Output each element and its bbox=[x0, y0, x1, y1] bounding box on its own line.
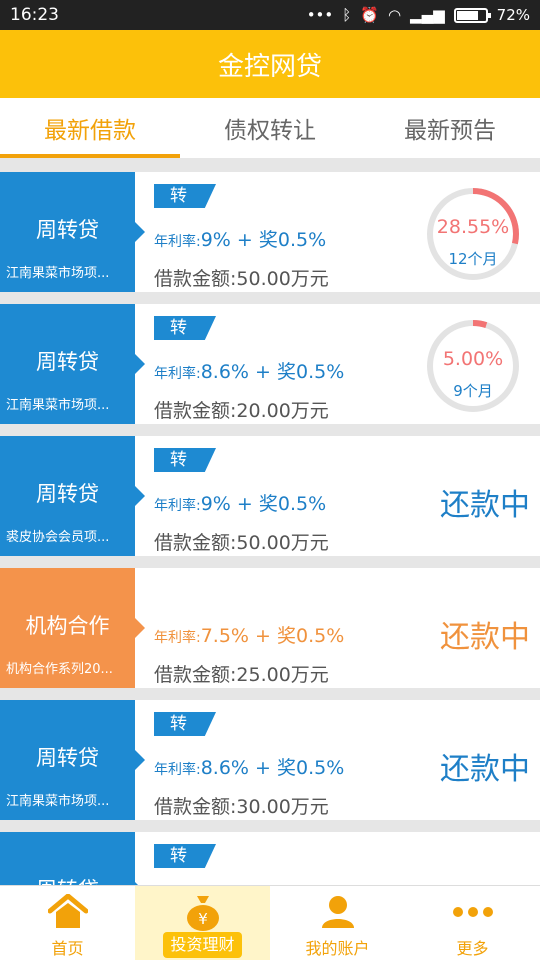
svg-text:¥: ¥ bbox=[198, 910, 208, 928]
transfer-tag: 转 bbox=[154, 448, 216, 472]
transfer-tag: 转 bbox=[154, 844, 216, 868]
signal-icon: ▂▄▆ bbox=[410, 6, 445, 24]
tab-latest-preview[interactable]: 最新预告 bbox=[360, 98, 540, 158]
loan-list: 周转贷 江南果菜市场项... 转 年利率:9% + 奖0.5% 借款金额:50.… bbox=[0, 172, 540, 885]
loan-name: 周转贷 bbox=[36, 350, 99, 374]
loan-type-panel: 周转贷 江南果菜市场项... bbox=[0, 172, 145, 292]
rate-label: 年利率: bbox=[154, 762, 201, 778]
home-icon bbox=[47, 894, 88, 928]
nav-invest[interactable]: ¥ 投资理财 bbox=[135, 886, 270, 960]
tab-latest-loans[interactable]: 最新借款 bbox=[0, 98, 180, 158]
loan-name: 周转贷 bbox=[36, 218, 99, 242]
loan-rate: 年利率:9% + 奖0.5% bbox=[154, 225, 326, 252]
loan-status: 还款中 bbox=[440, 488, 530, 523]
progress-percent: 28.55% bbox=[436, 216, 510, 238]
loan-type-panel: 周转贷 江南果菜市场项... bbox=[0, 700, 145, 820]
loan-card[interactable]: 机构合作 机构合作系列20... 年利率:7.5% + 奖0.5% 借款金额:2… bbox=[0, 568, 540, 688]
loan-status: 还款中 bbox=[440, 876, 530, 885]
rate-value: 9% + 奖0.5% bbox=[200, 493, 327, 515]
amount-value: 25.00万元 bbox=[236, 664, 329, 686]
loan-card[interactable]: 周转贷 江南果菜市场项... 转 年利率:9% + 奖0.5% 借款金额:50.… bbox=[0, 172, 540, 292]
amount-label: 借款金额: bbox=[154, 268, 237, 290]
loan-status: 还款中 bbox=[440, 620, 530, 655]
page-title: 金控网贷 bbox=[217, 51, 322, 82]
loan-status: 还款中 bbox=[440, 752, 530, 787]
wifi-icon: ◠ bbox=[387, 6, 402, 24]
rate-label: 年利率: bbox=[154, 234, 201, 250]
rate-value: 7.5% + 奖0.5% bbox=[200, 625, 345, 647]
loan-rate: 年利率:8.6% + 奖0.5% bbox=[154, 753, 344, 780]
rate-value: 8.6% + 奖0.5% bbox=[200, 361, 345, 383]
progress-ring: 28.55% 12个月 bbox=[425, 186, 521, 282]
loan-project: 江南果菜市场项... bbox=[6, 398, 110, 413]
loan-card[interactable]: 周转贷 裘皮协会会员项... 转 年利率:9% + 奖0.5% 借款金额:50.… bbox=[0, 436, 540, 556]
transfer-tag: 转 bbox=[154, 712, 216, 736]
loan-project: 江南果菜市场项... bbox=[6, 794, 110, 809]
amount-label: 借款金额: bbox=[154, 532, 237, 554]
user-icon bbox=[321, 896, 354, 928]
loan-card[interactable]: 周转贷 江南果菜市场项... 转 年利率:8.6% + 奖0.5% 借款金额:2… bbox=[0, 304, 540, 424]
progress-ring: 5.00% 9个月 bbox=[425, 318, 521, 414]
battery-level: 72% bbox=[496, 6, 530, 24]
loan-rate: 年利率:9% + 奖0.5% bbox=[154, 489, 326, 516]
amount-label: 借款金额: bbox=[154, 796, 237, 818]
amount-value: 20.00万元 bbox=[236, 400, 329, 422]
loan-type-panel: 周转贷 裘皮协会会员项... bbox=[0, 436, 145, 556]
nav-home[interactable]: 首页 bbox=[0, 886, 135, 960]
loan-amount: 借款金额:50.00万元 bbox=[154, 264, 329, 291]
amount-label: 借款金额: bbox=[154, 664, 237, 686]
bottom-nav: 首页 ¥ 投资理财 我的账户 更多 bbox=[0, 885, 540, 960]
loan-project: 机构合作系列20... bbox=[6, 662, 113, 677]
loan-card[interactable]: 周转贷 江南果菜市场项... 转 年利率:8.6% + 奖0.5% 借款金额:3… bbox=[0, 700, 540, 820]
loan-term: 12个月 bbox=[448, 250, 498, 268]
battery-icon bbox=[453, 7, 491, 23]
amount-value: 50.00万元 bbox=[236, 268, 329, 290]
rate-label: 年利率: bbox=[154, 630, 201, 646]
app-header: 金控网贷 bbox=[0, 30, 540, 98]
more-dots-status-icon: ••• bbox=[306, 6, 334, 24]
status-time: 16:23 bbox=[10, 5, 59, 25]
nav-account-label: 我的账户 bbox=[305, 939, 370, 958]
rate-value: 9% + 奖0.5% bbox=[200, 229, 327, 251]
nav-home-label: 首页 bbox=[51, 939, 84, 958]
amount-value: 30.00万元 bbox=[236, 796, 329, 818]
status-bar: 16:23 ••• ᛒ ⏰ ◠ ▂▄▆ 72% bbox=[0, 0, 540, 30]
bluetooth-icon: ᛒ bbox=[342, 6, 352, 24]
more-dots-icon bbox=[452, 907, 493, 917]
progress-percent: 5.00% bbox=[442, 348, 504, 370]
alarm-icon: ⏰ bbox=[360, 6, 379, 24]
nav-more-label: 更多 bbox=[456, 939, 489, 958]
loan-amount: 借款金额:20.00万元 bbox=[154, 396, 329, 423]
loan-term: 9个月 bbox=[453, 382, 493, 400]
loan-name: 周转贷 bbox=[36, 482, 99, 506]
tab-bar: 最新借款 债权转让 最新预告 bbox=[0, 98, 540, 158]
loan-name: 机构合作 bbox=[25, 614, 110, 638]
loan-amount: 借款金额:30.00万元 bbox=[154, 792, 329, 819]
loan-type-panel: 周转贷 bbox=[0, 832, 145, 885]
tab-debt-transfer[interactable]: 债权转让 bbox=[180, 98, 360, 158]
loan-rate: 年利率:7.5% + 奖0.5% bbox=[154, 621, 344, 648]
loan-type-panel: 周转贷 江南果菜市场项... bbox=[0, 304, 145, 424]
loan-project: 裘皮协会会员项... bbox=[6, 530, 110, 545]
transfer-tag: 转 bbox=[154, 316, 216, 340]
rate-label: 年利率: bbox=[154, 498, 201, 514]
loan-name: 周转贷 bbox=[36, 746, 99, 770]
amount-label: 借款金额: bbox=[154, 400, 237, 422]
money-bag-icon: ¥ bbox=[186, 896, 219, 931]
transfer-tag: 转 bbox=[154, 184, 216, 208]
amount-value: 50.00万元 bbox=[236, 532, 329, 554]
loan-type-panel: 机构合作 机构合作系列20... bbox=[0, 568, 145, 688]
loan-card[interactable]: 周转贷 转 还款中 bbox=[0, 832, 540, 885]
loan-project: 江南果菜市场项... bbox=[6, 266, 110, 281]
rate-label: 年利率: bbox=[154, 366, 201, 382]
nav-more[interactable]: 更多 bbox=[405, 886, 540, 960]
rate-value: 8.6% + 奖0.5% bbox=[200, 757, 345, 779]
nav-invest-label: 投资理财 bbox=[163, 932, 242, 958]
loan-amount: 借款金额:25.00万元 bbox=[154, 660, 329, 687]
loan-name: 周转贷 bbox=[0, 874, 135, 885]
loan-amount: 借款金额:50.00万元 bbox=[154, 528, 329, 555]
nav-account[interactable]: 我的账户 bbox=[270, 886, 405, 960]
loan-rate: 年利率:8.6% + 奖0.5% bbox=[154, 357, 344, 384]
